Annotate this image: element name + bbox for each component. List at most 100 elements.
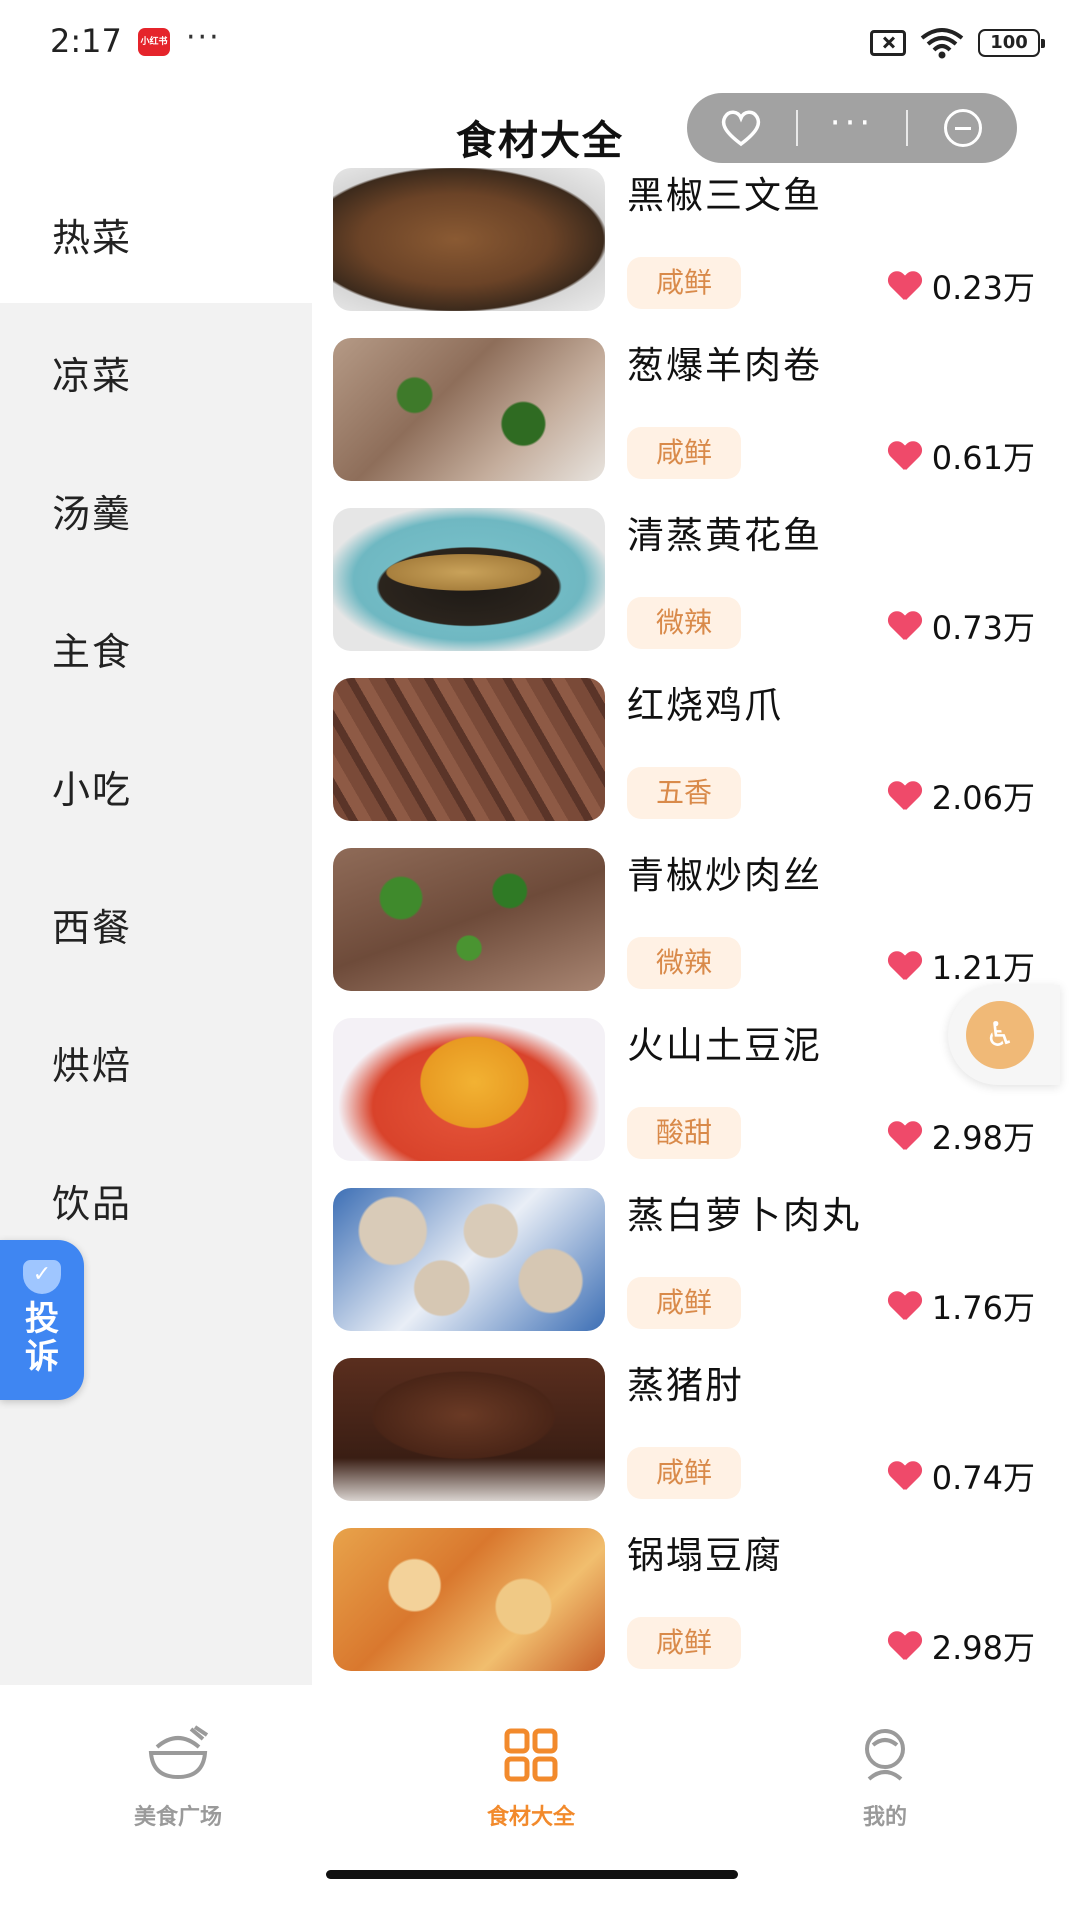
dish-name: 清蒸黄花鱼 xyxy=(627,514,822,557)
heart-icon xyxy=(888,1292,922,1320)
heart-icon xyxy=(888,952,922,980)
list-item[interactable]: 锅塌豆腐 咸鲜 2.98万 xyxy=(333,1525,1063,1695)
heart-icon xyxy=(888,1462,922,1490)
dish-name: 锅塌豆腐 xyxy=(627,1534,783,1577)
tab-food-square[interactable]: 美食广场 xyxy=(78,1725,278,1831)
status-time: 2:17 xyxy=(50,22,122,60)
heart-icon xyxy=(888,612,922,640)
like-value: 2.98万 xyxy=(931,1119,1035,1157)
complaint-button[interactable]: 投 诉 xyxy=(0,1240,84,1400)
dish-thumbnail xyxy=(333,508,605,651)
dish-thumbnail xyxy=(333,1528,605,1671)
capsule-close-button[interactable] xyxy=(908,93,1017,163)
accessibility-icon: ♿ xyxy=(966,1001,1034,1069)
sidebar-item-label: 凉菜 xyxy=(52,353,133,398)
flavor-tag: 咸鲜 xyxy=(627,1617,741,1669)
like-count: 2.98万 xyxy=(888,1113,1035,1159)
like-value: 0.73万 xyxy=(931,609,1035,647)
complaint-label: 投 xyxy=(25,1299,59,1339)
minimize-icon xyxy=(943,109,982,147)
bottom-navigation: 美食广场 食材大全 我的 xyxy=(0,1685,1080,1920)
dish-thumbnail xyxy=(333,1358,605,1501)
dish-name: 葱爆羊肉卷 xyxy=(627,344,822,387)
sidebar-item-label: 汤羹 xyxy=(52,491,133,536)
sidebar-item-staples[interactable]: 主食 xyxy=(0,579,312,717)
dish-list: 黑椒三文鱼 咸鲜 0.23万 葱爆羊肉卷 咸鲜 0.61万 清蒸黄花鱼 微辣 0… xyxy=(333,165,1063,1695)
home-indicator[interactable] xyxy=(326,1870,738,1879)
dish-thumbnail xyxy=(333,1018,605,1161)
like-count: 0.73万 xyxy=(888,603,1035,649)
capsule-more-button[interactable]: ··· xyxy=(798,93,907,163)
sidebar-item-cold-dishes[interactable]: 凉菜 xyxy=(0,303,312,441)
sidebar-item-label: 饮品 xyxy=(52,1181,133,1226)
like-value: 0.61万 xyxy=(931,439,1035,477)
flavor-tag: 咸鲜 xyxy=(627,257,741,309)
sidebar-item-label: 主食 xyxy=(52,629,133,674)
sidebar-item-hot-dishes[interactable]: 热菜 xyxy=(0,165,312,303)
list-item[interactable]: 蒸猪肘 咸鲜 0.74万 xyxy=(333,1355,1063,1525)
like-count: 0.61万 xyxy=(888,433,1035,479)
heart-icon xyxy=(888,782,922,810)
favorite-button[interactable] xyxy=(687,93,796,163)
list-item[interactable]: 红烧鸡爪 五香 2.06万 xyxy=(333,675,1063,845)
heart-icon xyxy=(888,1632,922,1660)
flavor-tag: 咸鲜 xyxy=(627,427,741,479)
tab-label: 食材大全 xyxy=(486,1805,575,1830)
sidebar-item-label: 西餐 xyxy=(52,905,133,950)
battery-icon: 100 xyxy=(978,29,1045,57)
flavor-tag: 微辣 xyxy=(627,597,741,649)
sidebar-item-baking[interactable]: 烘焙 xyxy=(0,993,312,1131)
dish-name: 青椒炒肉丝 xyxy=(627,854,822,897)
like-value: 2.98万 xyxy=(931,1629,1035,1667)
dish-thumbnail xyxy=(333,168,605,311)
dish-name: 黑椒三文鱼 xyxy=(627,174,822,217)
category-sidebar: 热菜 凉菜 汤羹 主食 小吃 西餐 烘焙 饮品 xyxy=(0,165,312,1685)
list-item[interactable]: 蒸白萝卜肉丸 咸鲜 1.76万 xyxy=(333,1185,1063,1355)
like-value: 1.76万 xyxy=(931,1289,1035,1327)
no-sim-icon xyxy=(870,30,906,56)
tab-label: 美食广场 xyxy=(133,1805,222,1830)
sidebar-item-label: 烘焙 xyxy=(52,1043,133,1088)
miniprogram-capsule: ··· xyxy=(687,93,1017,163)
sidebar-item-label: 小吃 xyxy=(52,767,133,812)
profile-icon xyxy=(865,1729,905,1781)
shield-icon xyxy=(23,1260,61,1294)
list-item[interactable]: 青椒炒肉丝 微辣 1.21万 xyxy=(333,845,1063,1015)
tab-mine[interactable]: 我的 xyxy=(785,1725,985,1831)
flavor-tag: 五香 xyxy=(627,767,741,819)
dish-thumbnail xyxy=(333,848,605,991)
heart-icon xyxy=(888,272,922,300)
dish-name: 蒸猪肘 xyxy=(627,1364,744,1407)
tab-ingredients[interactable]: 食材大全 xyxy=(431,1725,631,1831)
heart-icon xyxy=(888,442,922,470)
more-icon: ··· xyxy=(829,103,875,143)
sidebar-item-label: 热菜 xyxy=(52,215,133,260)
dish-name: 红烧鸡爪 xyxy=(627,684,783,727)
like-count: 0.23万 xyxy=(888,263,1035,309)
flavor-tag: 微辣 xyxy=(627,937,741,989)
status-bar: 2:17 小红书 ··· 100 xyxy=(0,0,1080,90)
accessibility-float-button[interactable]: ♿ xyxy=(948,985,1060,1085)
like-count: 2.98万 xyxy=(888,1623,1035,1669)
status-more-icon: ··· xyxy=(186,20,221,55)
bowl-icon xyxy=(148,1725,209,1780)
list-item[interactable]: 葱爆羊肉卷 咸鲜 0.61万 xyxy=(333,335,1063,505)
like-count: 0.74万 xyxy=(888,1453,1035,1499)
dish-name: 火山土豆泥 xyxy=(627,1024,822,1067)
list-item[interactable]: 清蒸黄花鱼 微辣 0.73万 xyxy=(333,505,1063,675)
grid-icon xyxy=(504,1728,558,1782)
flavor-tag: 咸鲜 xyxy=(627,1447,741,1499)
sidebar-item-western[interactable]: 西餐 xyxy=(0,855,312,993)
like-count: 2.06万 xyxy=(888,773,1035,819)
like-value: 2.06万 xyxy=(931,779,1035,817)
list-item[interactable]: 黑椒三文鱼 咸鲜 0.23万 xyxy=(333,165,1063,335)
flavor-tag: 咸鲜 xyxy=(627,1277,741,1329)
like-value: 0.74万 xyxy=(931,1459,1035,1497)
tab-label: 我的 xyxy=(862,1805,907,1830)
like-count: 1.76万 xyxy=(888,1283,1035,1329)
sidebar-item-soups[interactable]: 汤羹 xyxy=(0,441,312,579)
sidebar-item-snacks[interactable]: 小吃 xyxy=(0,717,312,855)
dish-thumbnail xyxy=(333,1188,605,1331)
heart-outline-icon xyxy=(722,110,761,147)
app-notification-icon: 小红书 xyxy=(138,28,170,56)
